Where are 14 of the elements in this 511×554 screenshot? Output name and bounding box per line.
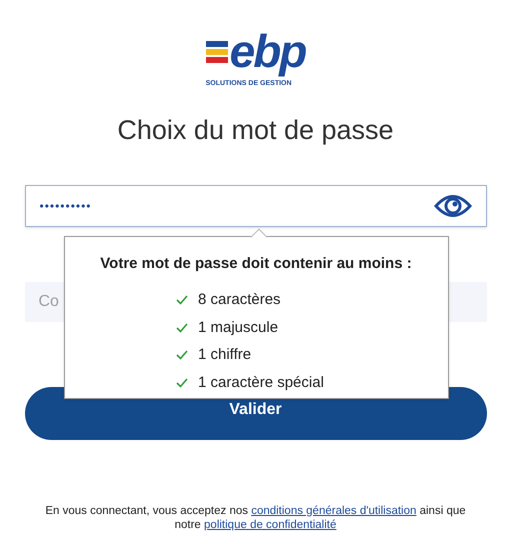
popover-heading: Votre mot de passe doit contenir au moins : [100, 254, 412, 274]
requirement-label: 1 majuscule [198, 318, 278, 338]
privacy-link[interactable]: politique de confidentialité [204, 518, 336, 530]
terms-link[interactable]: conditions générales d'utilisation [251, 504, 416, 516]
logo-wordmark: ebp [230, 28, 306, 74]
requirement-label: 1 chiffre [198, 345, 252, 365]
eye-icon[interactable] [434, 192, 472, 218]
confirm-placeholder: Co [38, 292, 59, 312]
requirement-label: 8 caractères [198, 290, 281, 310]
stripes-icon [206, 38, 228, 64]
terms-notice: En vous connectant, vous acceptez nos conditions générales d'utilisation ainsi que notre politique de confidentialité [44, 504, 467, 532]
page-title: Choix du mot de passe [117, 114, 394, 147]
password-value: •••••••••• [40, 198, 93, 214]
password-field[interactable]: •••••••••• [24, 184, 486, 226]
